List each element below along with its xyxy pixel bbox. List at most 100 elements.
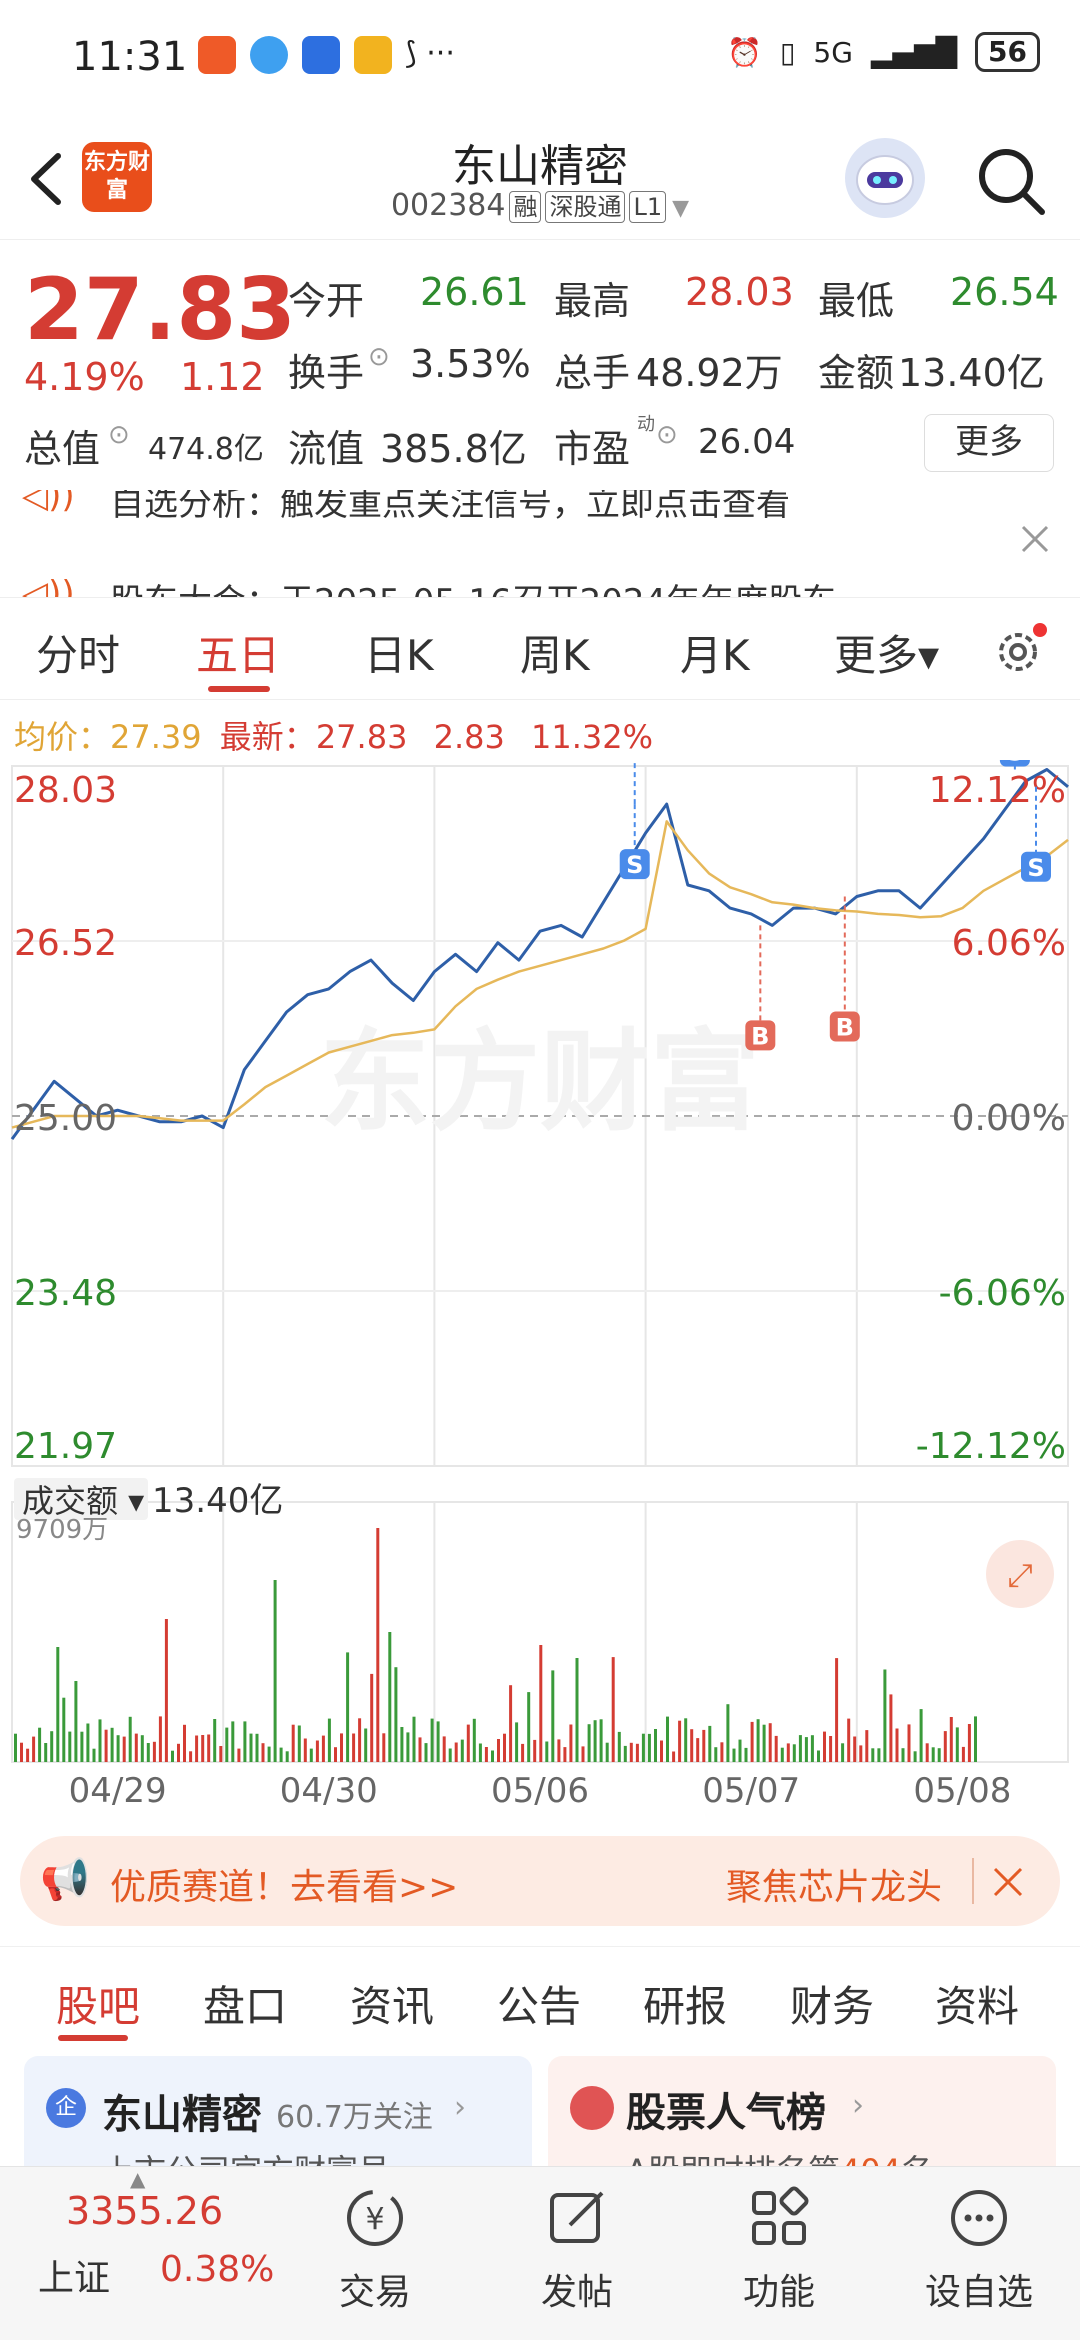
tab-daily-k[interactable]: 日K — [364, 622, 434, 683]
volume-bar — [140, 1735, 144, 1762]
company-card[interactable]: 企 东山精密 60.7万关注 › 上市公司官方财富号 — [24, 2056, 532, 2166]
volume-bar — [672, 1751, 676, 1762]
notice-ticker[interactable]: ◁)) 自选分析：触发重点关注信号，立即点击查看 ◁)) 股东大会：于2025-… — [0, 490, 1080, 598]
volume-bar — [231, 1721, 235, 1762]
nav-post[interactable]: 发帖 — [502, 2167, 652, 2341]
notice-line-2[interactable]: 股东大会：于2025-05-16召开2024年年度股东 — [110, 574, 836, 597]
volume-bar — [303, 1738, 307, 1762]
index-value: 3355.26 — [66, 2189, 224, 2233]
volume-bar — [418, 1737, 422, 1762]
info-dots-icon[interactable]: ⊙ — [368, 342, 390, 372]
tab-pankou[interactable]: 盘口 — [203, 1973, 287, 2034]
volume-bar — [654, 1729, 657, 1762]
y-right-tick-label: 12.12% — [929, 770, 1066, 811]
megaphone-icon: 📢 — [40, 1857, 90, 1903]
pe-info-icon[interactable]: ⊙ — [656, 420, 678, 450]
nav-functions[interactable]: 功能 — [704, 2167, 854, 2341]
volume-bar — [823, 1731, 826, 1762]
open-value: 26.61 — [420, 270, 529, 314]
mktcap-info-icon[interactable]: ⊙ — [108, 420, 130, 450]
volume-bar — [913, 1751, 917, 1762]
volume-bar — [291, 1724, 295, 1762]
volume-bar — [267, 1746, 271, 1762]
promo-banner[interactable]: 📢 优质赛道！去看看>> 聚焦芯片龙头 — [20, 1836, 1060, 1926]
volume-bar — [829, 1736, 833, 1762]
cards-row: 企 东山精密 60.7万关注 › 上市公司官方财富号 股票人气榜 › A股即时排… — [0, 2056, 1080, 2166]
volume-bar — [678, 1720, 682, 1762]
volume-bar — [865, 1730, 869, 1762]
volume-bar — [696, 1738, 700, 1762]
volume-bar — [122, 1736, 126, 1762]
volume-bar — [225, 1727, 229, 1762]
tab-research[interactable]: 研报 — [643, 1973, 727, 2034]
volume-bar — [484, 1747, 488, 1762]
tab-announcements[interactable]: 公告 — [497, 1973, 581, 2034]
volume-bar — [925, 1743, 929, 1762]
popularity-card-title: 股票人气榜 — [626, 2090, 826, 2136]
popularity-card[interactable]: 股票人气榜 › A股即时排名第404名 — [548, 2056, 1056, 2166]
tab-weekly-k[interactable]: 周K — [520, 622, 590, 683]
volume-bar — [466, 1724, 470, 1762]
tab-guba[interactable]: 股吧 — [56, 1973, 140, 2034]
latest-value: 27.83 — [315, 718, 408, 756]
volume-bar — [297, 1725, 301, 1762]
y-left-tick-label: 23.48 — [14, 1273, 117, 1314]
volume-bar — [146, 1743, 150, 1762]
tab-intraday[interactable]: 分时 — [36, 622, 120, 683]
five-day-price-chart[interactable]: 东方财富28.0326.5225.0023.4821.9712.12%6.06%… — [0, 760, 1080, 1820]
tab-more[interactable]: 更多▾ — [834, 622, 939, 683]
notice-line-1[interactable]: 自选分析：触发重点关注信号，立即点击查看 — [110, 490, 790, 525]
volume-bar — [321, 1735, 325, 1762]
amount-label: 金额 — [818, 351, 895, 395]
tab-five-day[interactable]: 五日 — [196, 622, 280, 683]
volume-bar — [599, 1719, 603, 1762]
volume-bar — [780, 1747, 784, 1762]
volume-bar — [533, 1739, 537, 1762]
settings-gear-icon[interactable] — [990, 622, 1048, 680]
nav-trade[interactable]: ¥ 交易 — [300, 2167, 450, 2341]
latest-change: 2.83 — [433, 718, 505, 756]
rank-suffix: 名 — [901, 2152, 933, 2166]
tab-news[interactable]: 资讯 — [350, 1973, 434, 2034]
x-tick-label: 05/08 — [913, 1771, 1011, 1811]
app-notification-icon — [198, 36, 236, 74]
volume-bar — [798, 1735, 802, 1762]
tab-profile[interactable]: 资料 — [935, 1973, 1019, 2034]
volume-bar — [352, 1733, 356, 1762]
caret-up-icon: ▲ — [130, 2167, 146, 2191]
volume-bar — [376, 1528, 380, 1762]
volume-bar — [171, 1750, 174, 1762]
tab-monthly-k[interactable]: 月K — [680, 622, 750, 683]
more-quote-button[interactable]: 更多 — [924, 414, 1054, 472]
pe-label: 市盈 — [554, 427, 631, 471]
tab-finance[interactable]: 财务 — [790, 1973, 874, 2034]
index-ticker[interactable]: ▲ 3355.26 上证 0.38% — [10, 2167, 320, 2341]
avg-value: 27.39 — [110, 718, 202, 756]
level-tag: L1 — [629, 191, 667, 223]
close-icon[interactable] — [1020, 524, 1050, 554]
volume-bar — [50, 1731, 54, 1762]
volume-bar — [424, 1743, 428, 1762]
latest-label: 最新： — [219, 718, 316, 756]
marker-label: S — [1027, 854, 1044, 882]
search-icon[interactable] — [970, 140, 1050, 220]
volume-bar — [491, 1750, 494, 1762]
dropdown-triangle-icon[interactable]: ▼ — [672, 196, 689, 221]
banner-left-text[interactable]: 优质赛道！去看看>> — [110, 1858, 458, 1910]
volume-bar — [551, 1670, 555, 1762]
nav-add-watchlist[interactable]: 设自选 — [904, 2167, 1054, 2341]
volume-bar — [563, 1747, 567, 1762]
banner-right-text[interactable]: 聚焦芯片龙头 — [726, 1858, 942, 1910]
volume-bar — [623, 1745, 627, 1762]
volume-bar — [478, 1743, 482, 1762]
volume-bar — [104, 1729, 108, 1762]
volume-bar — [569, 1724, 573, 1762]
volume-bar — [164, 1619, 168, 1762]
volume-bar — [666, 1716, 669, 1762]
speaker-icon-2: ◁)) — [22, 574, 75, 598]
volume-bar — [243, 1721, 247, 1762]
banner-close-icon[interactable] — [992, 1866, 1024, 1898]
browser-notification-icon — [250, 36, 288, 74]
volume-label: 总手 — [554, 351, 631, 395]
robot-assistant-icon[interactable] — [845, 138, 925, 218]
